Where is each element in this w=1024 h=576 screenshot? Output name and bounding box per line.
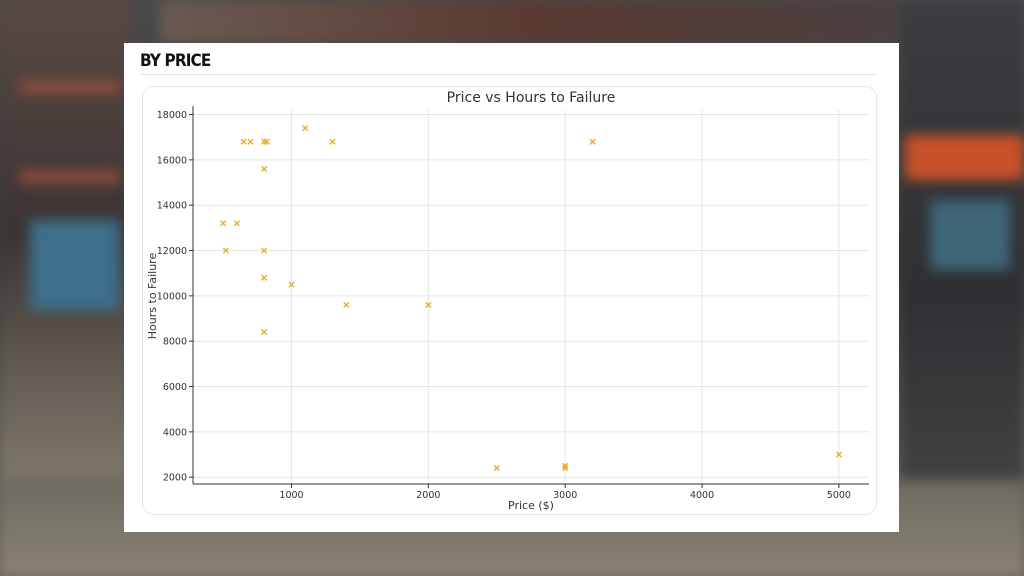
y-axis-label: Hours to Failure [146,253,159,340]
x-tick-label: 1000 [279,490,303,501]
data-point-marker [589,138,596,145]
x-tick-label: 3000 [553,490,577,501]
data-point-marker [493,465,500,472]
y-tick-label: 4000 [163,427,187,438]
y-tick-label: 18000 [157,110,187,121]
y-tick-label: 2000 [163,473,187,484]
data-point-marker [220,220,227,227]
grid-layer [193,110,869,484]
axes-layer [192,106,869,485]
y-tick-label: 14000 [157,201,187,212]
data-point-marker [329,138,336,145]
data-point-marker [261,165,268,173]
x-tick-label: 4000 [690,490,714,501]
data-point-marker [261,329,268,336]
data-point-marker [233,220,240,227]
y-tick-label: 12000 [157,246,187,257]
y-tick-label: 16000 [157,155,187,166]
x-tick-label: 2000 [416,490,440,501]
y-tick-label: 10000 [157,291,187,302]
data-point-marker [343,301,350,309]
chart-card: BY PRICE 1000 2000 3000 4000 5000 2000 4000 600… [124,43,899,532]
data-point-marker [240,138,247,145]
ticks-layer: 1000 2000 3000 4000 5000 2000 4000 6000 8000 1000… [157,110,851,501]
scatter-chart: 1000 2000 3000 4000 5000 2000 4000 6000 8000 1000… [146,90,869,512]
y-tick-label: 8000 [163,337,187,348]
y-tick-label: 6000 [163,382,187,393]
x-axis-label: Price ($) [508,499,554,512]
data-point-marker [261,274,268,281]
data-point-marker [302,125,309,132]
data-point-marker [247,138,254,145]
x-tick-label: 5000 [827,490,851,501]
chart-title: Price vs Hours to Failure [447,90,616,106]
points-layer [220,125,842,472]
